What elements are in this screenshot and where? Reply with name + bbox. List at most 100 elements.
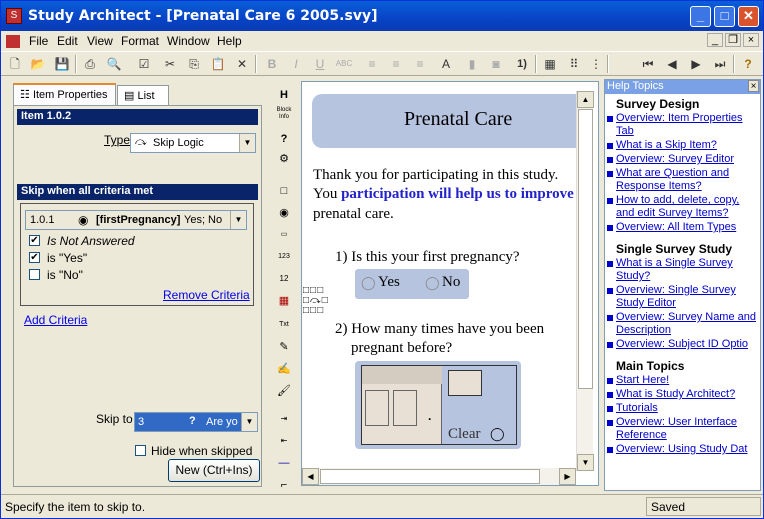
strikethrough-icon[interactable]: ABC [335, 55, 353, 73]
type-select[interactable]: ⤼ Skip Logic ▼ [130, 133, 256, 153]
help-link[interactable]: Overview: Single Survey Study Editor [616, 284, 756, 310]
indent-icon[interactable]: ⇥ [276, 411, 292, 427]
help-link[interactable]: Overview: Survey Editor [616, 153, 756, 166]
no-radio[interactable]: ◯ [425, 275, 440, 291]
hscroll-thumb[interactable] [320, 469, 540, 484]
menu-help[interactable]: Help [217, 34, 242, 48]
pen-icon[interactable]: ✎ [276, 339, 292, 355]
help-link[interactable]: What is Study Architect? [616, 388, 756, 401]
help-link[interactable]: What is a Skip Item? [616, 139, 756, 152]
unit-box[interactable] [448, 370, 482, 396]
numeric-field-icon[interactable]: 123 [276, 249, 292, 265]
help-icon[interactable]: ? [739, 55, 757, 73]
last-icon[interactable]: ⏭ [711, 55, 729, 73]
help-link[interactable]: Overview: Survey Name and Description [616, 311, 756, 337]
scroll-right-icon[interactable]: ▶ [559, 468, 576, 485]
scroll-left-icon[interactable]: ◀ [302, 468, 319, 485]
mdi-close-button[interactable]: × [743, 33, 759, 47]
hide-when-skipped-checkbox[interactable] [135, 445, 146, 456]
first-icon[interactable]: ⏮ [639, 55, 657, 73]
menu-edit[interactable]: Edit [57, 34, 78, 48]
dotted-layout-icon[interactable]: ⠿ [565, 55, 583, 73]
help-link[interactable]: What are Question and Response Items? [616, 167, 756, 193]
tab-list[interactable]: ▤ List [117, 85, 169, 105]
vertical-scrollbar[interactable]: ▲ ▼ [576, 91, 594, 471]
close-help-icon[interactable]: × [748, 80, 759, 92]
help-link[interactable]: Overview: All Item Types [616, 221, 756, 234]
radio-item-icon[interactable]: ◉ [276, 205, 292, 221]
draw-icon[interactable]: ✍ [276, 361, 292, 377]
minimize-button[interactable]: _ [690, 6, 711, 27]
text-field-icon[interactable]: ▭ [276, 227, 292, 243]
next-icon[interactable]: ▶ [687, 55, 705, 73]
cut-icon[interactable]: ✂ [161, 55, 179, 73]
menu-view[interactable]: View [87, 34, 113, 48]
skip-to-select[interactable]: 3 ? Are yo ▼ [134, 412, 258, 432]
digit-box[interactable] [365, 390, 389, 426]
calendar-icon[interactable]: ▦ [276, 293, 292, 309]
number-12-icon[interactable]: 12 [276, 271, 292, 287]
criteria-select[interactable]: 1.0.1 ◉ [firstPregnancy] Yes; No ▼ [25, 210, 247, 230]
italic-icon[interactable]: I [287, 55, 305, 73]
scroll-thumb[interactable] [578, 109, 593, 389]
help-link[interactable]: Overview: Item Properties Tab [616, 112, 756, 138]
help-link[interactable]: Overview: User Interface Reference [616, 416, 756, 442]
yes-radio[interactable]: ◯ [361, 275, 376, 291]
help-link[interactable]: Overview: Using Study Dat [616, 443, 756, 456]
vertical-layout-icon[interactable]: ⋮ [587, 55, 605, 73]
menu-window[interactable]: Window [167, 34, 210, 48]
line-icon[interactable]: — [276, 455, 292, 471]
open-folder-icon[interactable]: 📂 [29, 55, 47, 73]
group-item-icon[interactable]: ⚙ [276, 151, 292, 167]
maximize-button[interactable]: □ [714, 6, 735, 27]
delete-icon[interactable]: ✕ [233, 55, 251, 73]
help-link[interactable]: What is a Single Survey Study? [616, 257, 756, 283]
remove-criteria-link[interactable]: Remove Criteria [163, 288, 250, 302]
text-block-icon[interactable]: Txt [276, 317, 292, 333]
paint-icon[interactable]: 🖌 [276, 383, 292, 399]
numbering-icon[interactable]: 1) [513, 55, 531, 73]
clear-radio[interactable]: ◯ [490, 426, 505, 442]
block-info-icon[interactable]: Block Info [276, 107, 292, 125]
outdent-icon[interactable]: ⇤ [276, 433, 292, 449]
help-link[interactable]: Overview: Subject ID Optio [616, 338, 756, 351]
grid-layout-icon[interactable]: ▦ [541, 55, 559, 73]
image-icon[interactable]: ▮ [463, 55, 481, 73]
align-left-icon[interactable]: ≡ [363, 55, 381, 73]
help-link[interactable]: Start Here! [616, 374, 756, 387]
scroll-up-icon[interactable]: ▲ [577, 91, 594, 108]
tab-item-properties[interactable]: ☷ Item Properties [13, 83, 116, 105]
align-center-icon[interactable]: ≡ [387, 55, 405, 73]
print-preview-icon[interactable]: 🔍 [105, 55, 123, 73]
text-style-icon[interactable]: A [437, 55, 455, 73]
check-icon[interactable]: ☑ [135, 55, 153, 73]
horizontal-scrollbar[interactable]: ◀ ▶ [302, 468, 576, 485]
chevron-down-icon[interactable]: ▼ [230, 211, 246, 229]
mdi-minimize-button[interactable]: _ [707, 33, 723, 47]
add-criteria-link[interactable]: Add Criteria [24, 313, 87, 327]
question-item-icon[interactable]: ? [276, 131, 292, 147]
mdi-restore-button[interactable]: ❐ [725, 33, 741, 47]
bracket-icon[interactable]: ⌐ [276, 477, 292, 493]
previous-icon[interactable]: ◀ [663, 55, 681, 73]
checkbox-not-answered[interactable]: ✔ [29, 235, 40, 246]
print-icon[interactable]: ⎙ [81, 55, 99, 73]
menu-file[interactable]: File [29, 34, 48, 48]
align-right-icon[interactable]: ≡ [411, 55, 429, 73]
camera-icon[interactable]: ◙ [487, 55, 505, 73]
menu-format[interactable]: Format [121, 34, 159, 48]
copy-icon[interactable]: ⎘ [185, 55, 203, 73]
save-icon[interactable]: 💾 [53, 55, 71, 73]
new-item-button[interactable]: New (Ctrl+Ins) [168, 459, 260, 482]
checkbox-no[interactable] [29, 269, 40, 280]
checkbox-yes[interactable]: ✔ [29, 252, 40, 263]
selected-skip-item-icon[interactable]: □□□ □⤼□ □□□ [303, 286, 336, 319]
help-link[interactable]: Tutorials [616, 402, 756, 415]
digit-box[interactable] [393, 390, 417, 426]
bold-icon[interactable]: B [263, 55, 281, 73]
heading-item-icon[interactable]: H [276, 87, 292, 103]
paste-icon[interactable]: 📋 [209, 55, 227, 73]
help-link[interactable]: How to add, delete, copy, and edit Surve… [616, 194, 756, 220]
checkbox-item-icon[interactable]: □ [276, 183, 292, 199]
chevron-down-icon[interactable]: ▼ [239, 134, 255, 152]
